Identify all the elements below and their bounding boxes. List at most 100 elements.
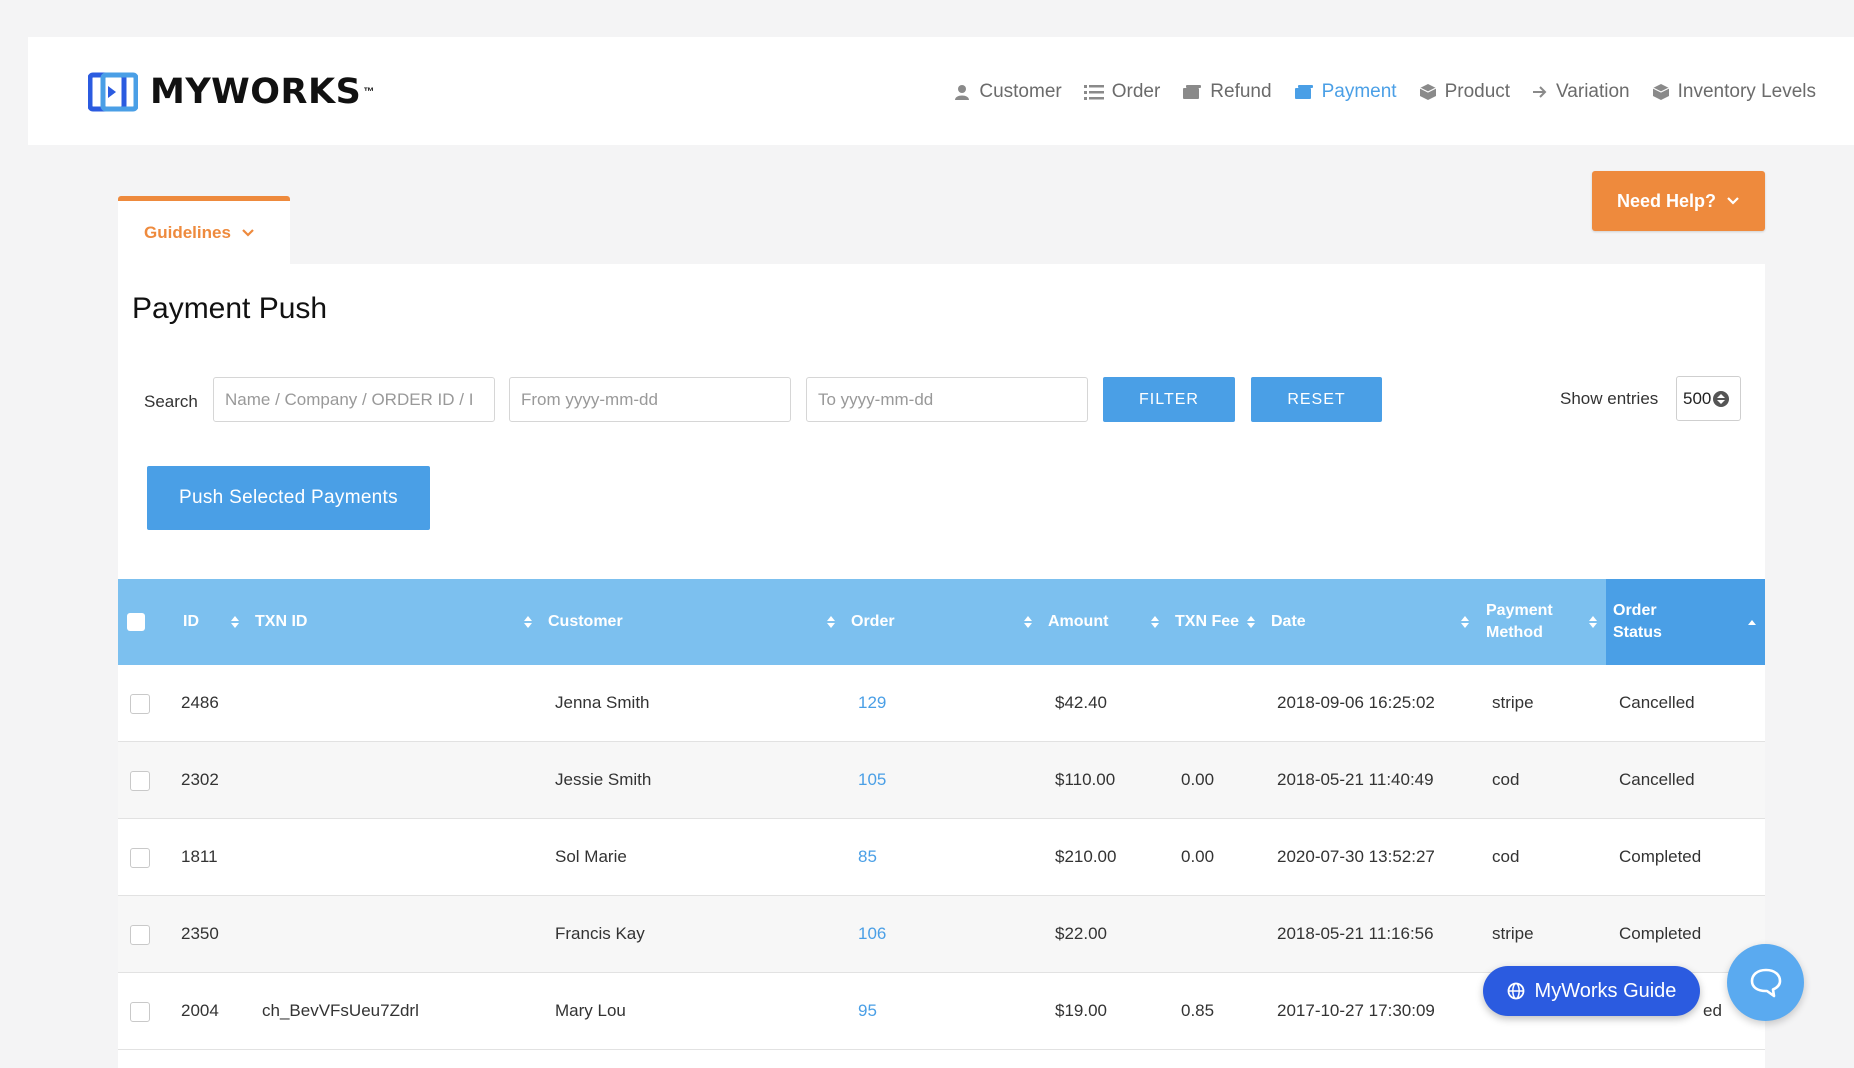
filter-button[interactable]: FILTER bbox=[1103, 377, 1235, 422]
myworks-guide-button[interactable]: MyWorks Guide bbox=[1483, 966, 1700, 1016]
sort-icon[interactable] bbox=[1460, 579, 1470, 665]
myworks-logo[interactable]: MYWORKS ™ bbox=[88, 67, 374, 117]
order-link[interactable]: 106 bbox=[858, 896, 886, 972]
to-date-input[interactable] bbox=[806, 377, 1088, 422]
nav-item-payment[interactable]: Payment bbox=[1294, 81, 1397, 103]
row-checkbox[interactable] bbox=[130, 848, 150, 868]
user-icon bbox=[955, 85, 970, 100]
row-checkbox[interactable] bbox=[130, 1002, 150, 1022]
nav-item-product[interactable]: Product bbox=[1419, 81, 1510, 103]
order-link[interactable]: 105 bbox=[858, 742, 886, 818]
header-payment-method-line1: Payment bbox=[1486, 602, 1553, 619]
order-link[interactable]: 129 bbox=[858, 665, 886, 741]
table-row: 2350 Francis Kay 106 $22.00 2018-05-21 1… bbox=[118, 896, 1765, 973]
nav-item-label: Payment bbox=[1321, 81, 1397, 102]
sort-icon[interactable] bbox=[230, 579, 240, 665]
header-txn-fee-label: TXN Fee bbox=[1175, 613, 1240, 630]
nav-item-label: Product bbox=[1444, 81, 1511, 102]
search-label: Search bbox=[144, 392, 198, 411]
cell-date: 2018-05-21 11:40:49 bbox=[1277, 770, 1434, 789]
row-checkbox[interactable] bbox=[130, 694, 150, 714]
cell-id: 2350 bbox=[181, 924, 219, 943]
cell-order-status: Completed bbox=[1619, 924, 1702, 943]
chevron-down-icon bbox=[242, 228, 254, 237]
sort-arrows-icon bbox=[1713, 390, 1730, 407]
cell-id: 1811 bbox=[181, 847, 218, 866]
header-order-status[interactable]: Order Status bbox=[1613, 579, 1662, 665]
cell-date: 2020-07-30 13:52:27 bbox=[1277, 847, 1435, 866]
chevron-down-icon bbox=[1727, 197, 1739, 205]
chat-widget-button[interactable] bbox=[1727, 944, 1804, 1021]
header-order-label: Order bbox=[851, 613, 895, 630]
nav-item-label: Variation bbox=[1556, 81, 1630, 102]
nav-item-label: Refund bbox=[1210, 81, 1272, 102]
cell-txn-id: ch_BevVFsUeu7Zdrl bbox=[262, 1001, 419, 1020]
cell-customer: Jenna Smith bbox=[555, 693, 650, 712]
search-input[interactable] bbox=[213, 377, 495, 422]
cell-payment-method: stripe bbox=[1492, 924, 1534, 943]
need-help-button[interactable]: Need Help? bbox=[1592, 171, 1765, 231]
reset-button[interactable]: RESET bbox=[1251, 377, 1382, 422]
sort-icon[interactable] bbox=[1588, 579, 1598, 665]
sort-icon[interactable] bbox=[523, 579, 533, 665]
cell-amount: $19.00 bbox=[1055, 1001, 1107, 1020]
row-checkbox[interactable] bbox=[130, 771, 150, 791]
sort-asc-icon[interactable] bbox=[1747, 579, 1757, 665]
main-nav: Customer Order Refund Payment Product Va… bbox=[931, 75, 1816, 109]
cell-customer: Mary Lou bbox=[555, 1001, 626, 1020]
header-date-label: Date bbox=[1271, 613, 1306, 630]
cell-date: 2017-10-27 17:30:09 bbox=[1277, 1001, 1435, 1020]
header-order[interactable]: Order bbox=[851, 579, 895, 665]
cell-txn-fee: 0.85 bbox=[1181, 1001, 1215, 1020]
from-date-input[interactable] bbox=[509, 377, 791, 422]
table-row: 1811 Sol Marie 85 $210.00 0.00 2020-07-3… bbox=[118, 819, 1765, 896]
cell-amount: $110.00 bbox=[1055, 770, 1116, 789]
nav-item-refund[interactable]: Refund bbox=[1182, 81, 1272, 103]
cell-payment-method: cod bbox=[1492, 847, 1520, 866]
sort-icon[interactable] bbox=[1246, 579, 1256, 665]
sort-icon[interactable] bbox=[1023, 579, 1033, 665]
select-all-checkbox[interactable] bbox=[127, 613, 145, 631]
header-txn-fee[interactable]: TXN Fee bbox=[1175, 579, 1239, 665]
nav-item-customer[interactable]: Customer bbox=[953, 81, 1062, 103]
nav-item-order[interactable]: Order bbox=[1083, 81, 1160, 103]
header-payment-method[interactable]: Payment Method bbox=[1486, 579, 1553, 665]
header-amount-label: Amount bbox=[1048, 613, 1109, 630]
entries-value: 500 bbox=[1683, 388, 1712, 408]
header-date[interactable]: Date bbox=[1271, 579, 1306, 665]
box-icon bbox=[1652, 84, 1669, 100]
myworks-logo-icon bbox=[88, 72, 138, 112]
header-customer[interactable]: Customer bbox=[548, 579, 623, 665]
cell-customer: Jessie Smith bbox=[555, 770, 652, 789]
cell-id: 2004 bbox=[181, 1001, 219, 1020]
header-amount[interactable]: Amount bbox=[1048, 579, 1108, 665]
cell-customer: Sol Marie bbox=[555, 847, 627, 866]
cell-id: 2302 bbox=[181, 770, 219, 789]
need-help-label: Need Help? bbox=[1616, 190, 1717, 211]
page-title: Payment Push bbox=[132, 292, 328, 325]
order-link[interactable]: 95 bbox=[858, 973, 877, 1049]
header-txn-id[interactable]: TXN ID bbox=[255, 579, 307, 665]
nav-item-inventory-levels[interactable]: Inventory Levels bbox=[1652, 81, 1816, 103]
entries-select[interactable]: 500 bbox=[1676, 376, 1741, 421]
cell-order-status: ed bbox=[1703, 1001, 1722, 1020]
main-panel: Payment Push Search FILTER RESET Show en… bbox=[118, 264, 1765, 1068]
header-order-status-line2: Status bbox=[1613, 624, 1662, 641]
show-entries-label: Show entries bbox=[1560, 389, 1659, 408]
push-selected-payments-button[interactable]: Push Selected Payments bbox=[147, 466, 430, 530]
nav-item-variation[interactable]: Variation bbox=[1532, 81, 1630, 103]
guidelines-tab[interactable]: Guidelines bbox=[118, 196, 290, 264]
nav-item-label: Customer bbox=[979, 81, 1062, 102]
table-header: ID TXN ID Customer Order Amount TXN Fee … bbox=[118, 579, 1765, 665]
header-id-label: ID bbox=[183, 613, 199, 630]
order-link[interactable]: 85 bbox=[858, 819, 877, 895]
logo-trademark: ™ bbox=[363, 86, 375, 98]
sort-icon[interactable] bbox=[826, 579, 836, 665]
cell-date: 2018-09-06 16:25:02 bbox=[1277, 693, 1435, 712]
sort-icon[interactable] bbox=[1150, 579, 1160, 665]
cell-txn-fee: 0.00 bbox=[1181, 847, 1215, 866]
header-customer-label: Customer bbox=[548, 613, 623, 630]
cell-amount: $22.00 bbox=[1055, 924, 1107, 943]
row-checkbox[interactable] bbox=[130, 925, 150, 945]
header-id[interactable]: ID bbox=[183, 579, 199, 665]
